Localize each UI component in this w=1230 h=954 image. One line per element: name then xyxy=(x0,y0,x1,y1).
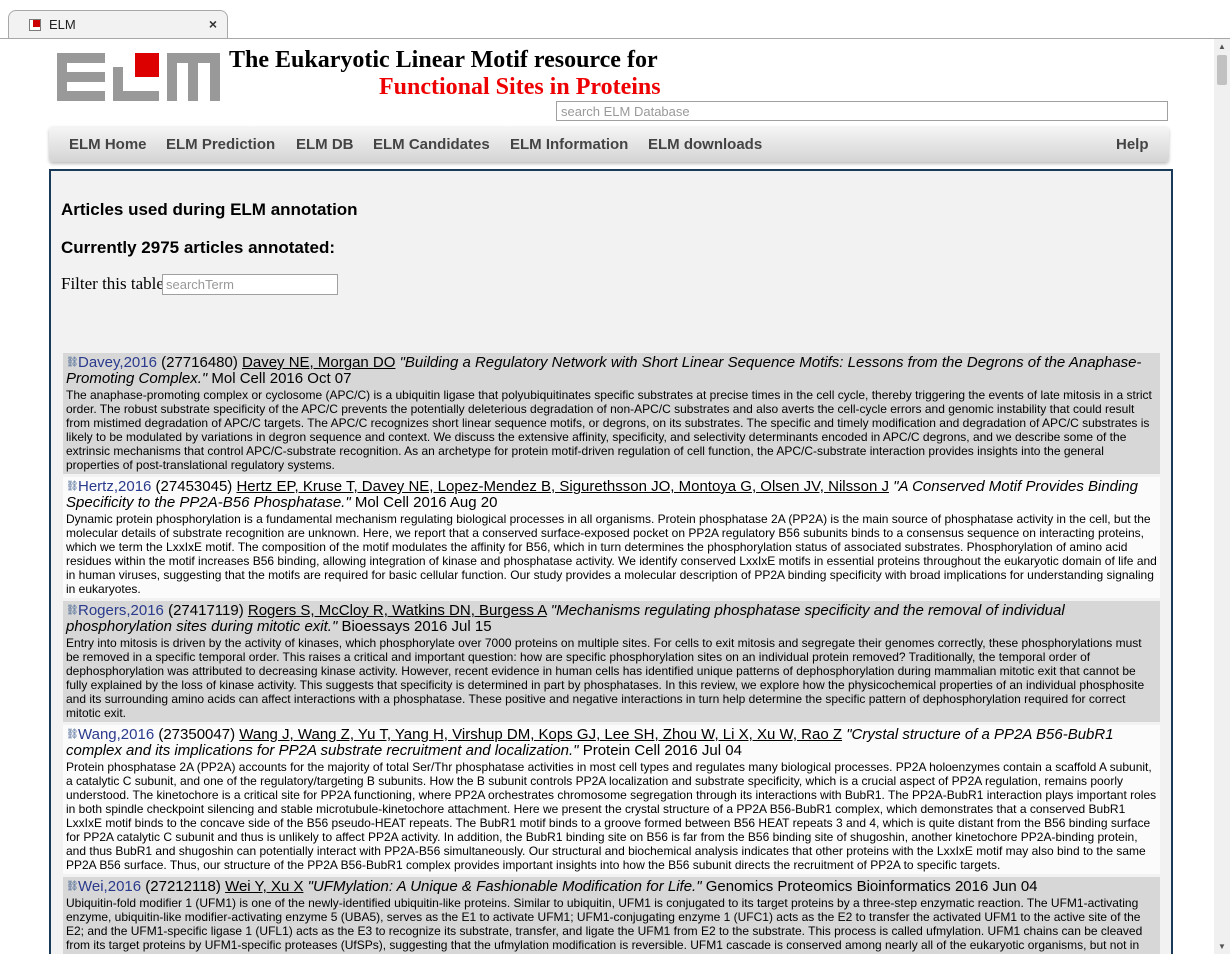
article-journal: Bioessays 2016 Jul 15 xyxy=(341,618,492,635)
article-pmid: (27453045) xyxy=(155,478,233,495)
article-pmid: (27417119) xyxy=(168,602,244,619)
article-pmid: (27350047) xyxy=(158,726,236,743)
article-ref-link[interactable]: Rogers,2016 xyxy=(78,602,164,619)
article-pmid: (27716480) xyxy=(161,354,238,371)
article-authors-link[interactable]: Rogers S, McCloy R, Watkins DN, Burgess … xyxy=(248,602,547,619)
article-abstract: Protein phosphatase 2A (PP2A) accounts f… xyxy=(66,760,1157,872)
link-icon[interactable]: ⛓ xyxy=(66,479,79,492)
page-title: Articles used during ELM annotation xyxy=(61,200,358,219)
table-row: ⛓Davey,2016 (27716480) Davey NE, Morgan … xyxy=(63,353,1160,474)
tab-close-icon[interactable]: × xyxy=(209,16,217,32)
article-ref-link[interactable]: Hertz,2016 xyxy=(78,478,151,495)
article-abstract: Ubiquitin-fold modifier 1 (UFM1) is one … xyxy=(66,896,1143,954)
table-row: ⛓Wang,2016 (27350047) Wang J, Wang Z, Yu… xyxy=(63,725,1160,874)
article-journal: Mol Cell 2016 Oct 07 xyxy=(211,370,352,387)
article-authors-link[interactable]: Wang J, Wang Z, Yu T, Yang H, Virshup DM… xyxy=(239,726,842,743)
link-icon[interactable]: ⛓ xyxy=(66,603,79,616)
articles-table: ⛓Davey,2016 (27716480) Davey NE, Morgan … xyxy=(63,353,1160,954)
scrollbar-thumb[interactable] xyxy=(1217,55,1227,85)
link-icon[interactable]: ⛓ xyxy=(66,879,79,892)
articles-panel: Articles used during ELM annotation Curr… xyxy=(49,169,1173,954)
elm-logo[interactable] xyxy=(57,53,220,101)
filter-input[interactable] xyxy=(162,274,338,295)
site-title: The Eukaryotic Linear Motif resource for xyxy=(229,47,658,73)
elm-favicon-icon xyxy=(29,19,41,31)
browser-tab[interactable]: ELM × xyxy=(8,10,228,38)
link-icon[interactable]: ⛓ xyxy=(66,727,79,740)
article-journal: Mol Cell 2016 Aug 20 xyxy=(354,494,498,511)
article-abstract: Dynamic protein phosphorylation is a fun… xyxy=(66,512,1157,596)
nav-elm-prediction[interactable]: ELM Prediction xyxy=(166,136,275,153)
tab-title: ELM xyxy=(49,17,76,32)
table-row: ⛓Wei,2016 (27212118) Wei Y, Xu X "UFMyla… xyxy=(63,877,1160,954)
scroll-down-icon[interactable]: ▼ xyxy=(1218,942,1226,951)
article-journal: Protein Cell 2016 Jul 04 xyxy=(582,742,742,759)
article-abstract: The anaphase-promoting complex or cyclos… xyxy=(66,388,1152,472)
article-ref-link[interactable]: Wang,2016 xyxy=(78,726,154,743)
vertical-scrollbar[interactable]: ▲ ▼ xyxy=(1214,39,1230,954)
article-authors-link[interactable]: Hertz EP, Kruse T, Davey NE, Lopez-Mende… xyxy=(236,478,889,495)
table-row: ⛓Rogers,2016 (27417119) Rogers S, McCloy… xyxy=(63,601,1160,722)
nav-elm-downloads[interactable]: ELM downloads xyxy=(648,136,762,153)
page-viewport: The Eukaryotic Linear Motif resource for… xyxy=(0,39,1214,954)
scroll-up-icon[interactable]: ▲ xyxy=(1218,42,1226,51)
nav-elm-db[interactable]: ELM DB xyxy=(296,136,354,153)
site-subtitle: Functional Sites in Proteins xyxy=(379,74,661,100)
article-ref-link[interactable]: Wei,2016 xyxy=(78,878,141,895)
nav-elm-home[interactable]: ELM Home xyxy=(69,136,147,153)
table-row: ⛓Hertz,2016 (27453045) Hertz EP, Kruse T… xyxy=(63,477,1160,598)
nav-elm-information[interactable]: ELM Information xyxy=(510,136,628,153)
nav-elm-candidates[interactable]: ELM Candidates xyxy=(373,136,490,153)
article-ref-link[interactable]: Davey,2016 xyxy=(78,354,157,371)
article-authors-link[interactable]: Wei Y, Xu X xyxy=(225,878,303,895)
link-icon[interactable]: ⛓ xyxy=(66,355,79,368)
article-count: Currently 2975 articles annotated: xyxy=(61,238,335,257)
main-nav: ELM Home ELM Prediction ELM DB ELM Candi… xyxy=(49,126,1169,162)
nav-help[interactable]: Help xyxy=(1116,136,1149,153)
elm-search-input[interactable] xyxy=(556,101,1168,121)
filter-label: Filter this table xyxy=(61,274,164,293)
article-authors-link[interactable]: Davey NE, Morgan DO xyxy=(242,354,395,371)
article-journal: Genomics Proteomics Bioinformatics 2016 … xyxy=(705,878,1038,895)
article-pmid: (27212118) xyxy=(145,878,221,895)
article-title: "UFMylation: A Unique & Fashionable Modi… xyxy=(307,878,702,895)
browser-tab-strip: ELM × xyxy=(0,0,1230,39)
article-abstract: Entry into mitosis is driven by the acti… xyxy=(66,636,1145,720)
